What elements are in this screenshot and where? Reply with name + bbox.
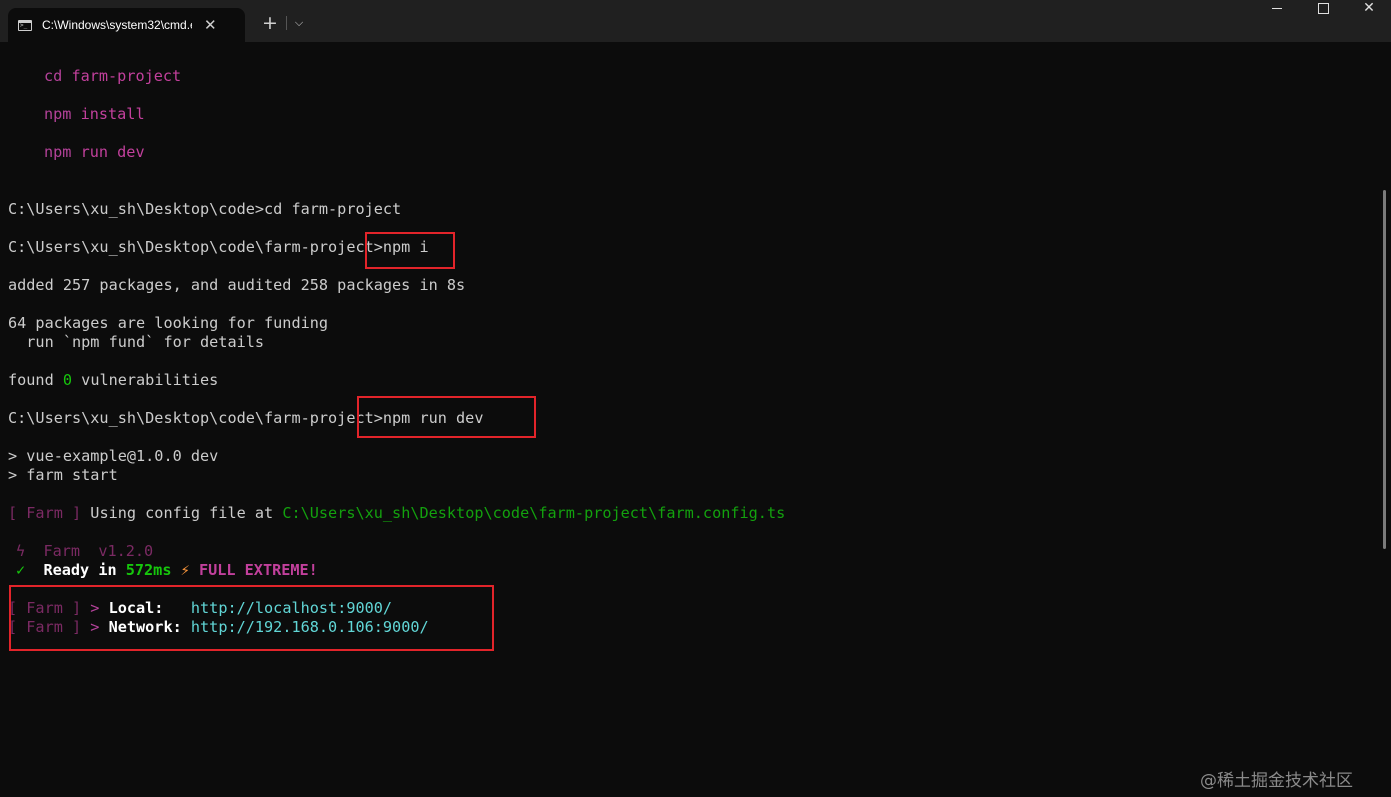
lightning-icon: ⚡ [180,561,190,579]
farm-version-line: ϟ Farm v1.2.0 [16,542,154,560]
checkmark-icon: ✓ [16,561,26,579]
terminal-output[interactable]: cd farm-project npm install npm run dev … [8,0,1368,797]
output-line: found 0 vulnerabilities [8,371,219,389]
highlight-box-npm-run-dev [357,396,536,438]
lightning-icon: ϟ [16,542,26,560]
vulnerability-count: 0 [62,371,73,389]
instruction-cd: cd farm-project [44,67,182,85]
highlight-box-urls [9,585,494,651]
output-line: run `npm fund` for details [8,333,265,351]
output-line: > farm start [8,466,118,484]
output-line: added 257 packages, and audited 258 pack… [8,276,466,294]
watermark: @稀土掘金技术社区 [1200,771,1353,791]
prompt-line: C:\Users\xu_sh\Desktop\code>cd farm-proj… [8,200,402,218]
farm-config-line: [ Farm ] Using config file at C:\Users\x… [8,504,786,522]
highlight-box-npm-i [365,232,455,269]
config-path: C:\Users\xu_sh\Desktop\code\farm-project… [282,504,786,522]
output-line: 64 packages are looking for funding [8,314,329,332]
output-line: > vue-example@1.0.0 dev [8,447,219,465]
scrollbar[interactable] [1383,190,1386,549]
instruction-run-dev: npm run dev [44,143,145,161]
instruction-install: npm install [44,105,145,123]
farm-tag: [ Farm ] [8,504,82,522]
ready-line: ✓ Ready in 572ms ⚡ FULL EXTREME! [16,561,318,579]
